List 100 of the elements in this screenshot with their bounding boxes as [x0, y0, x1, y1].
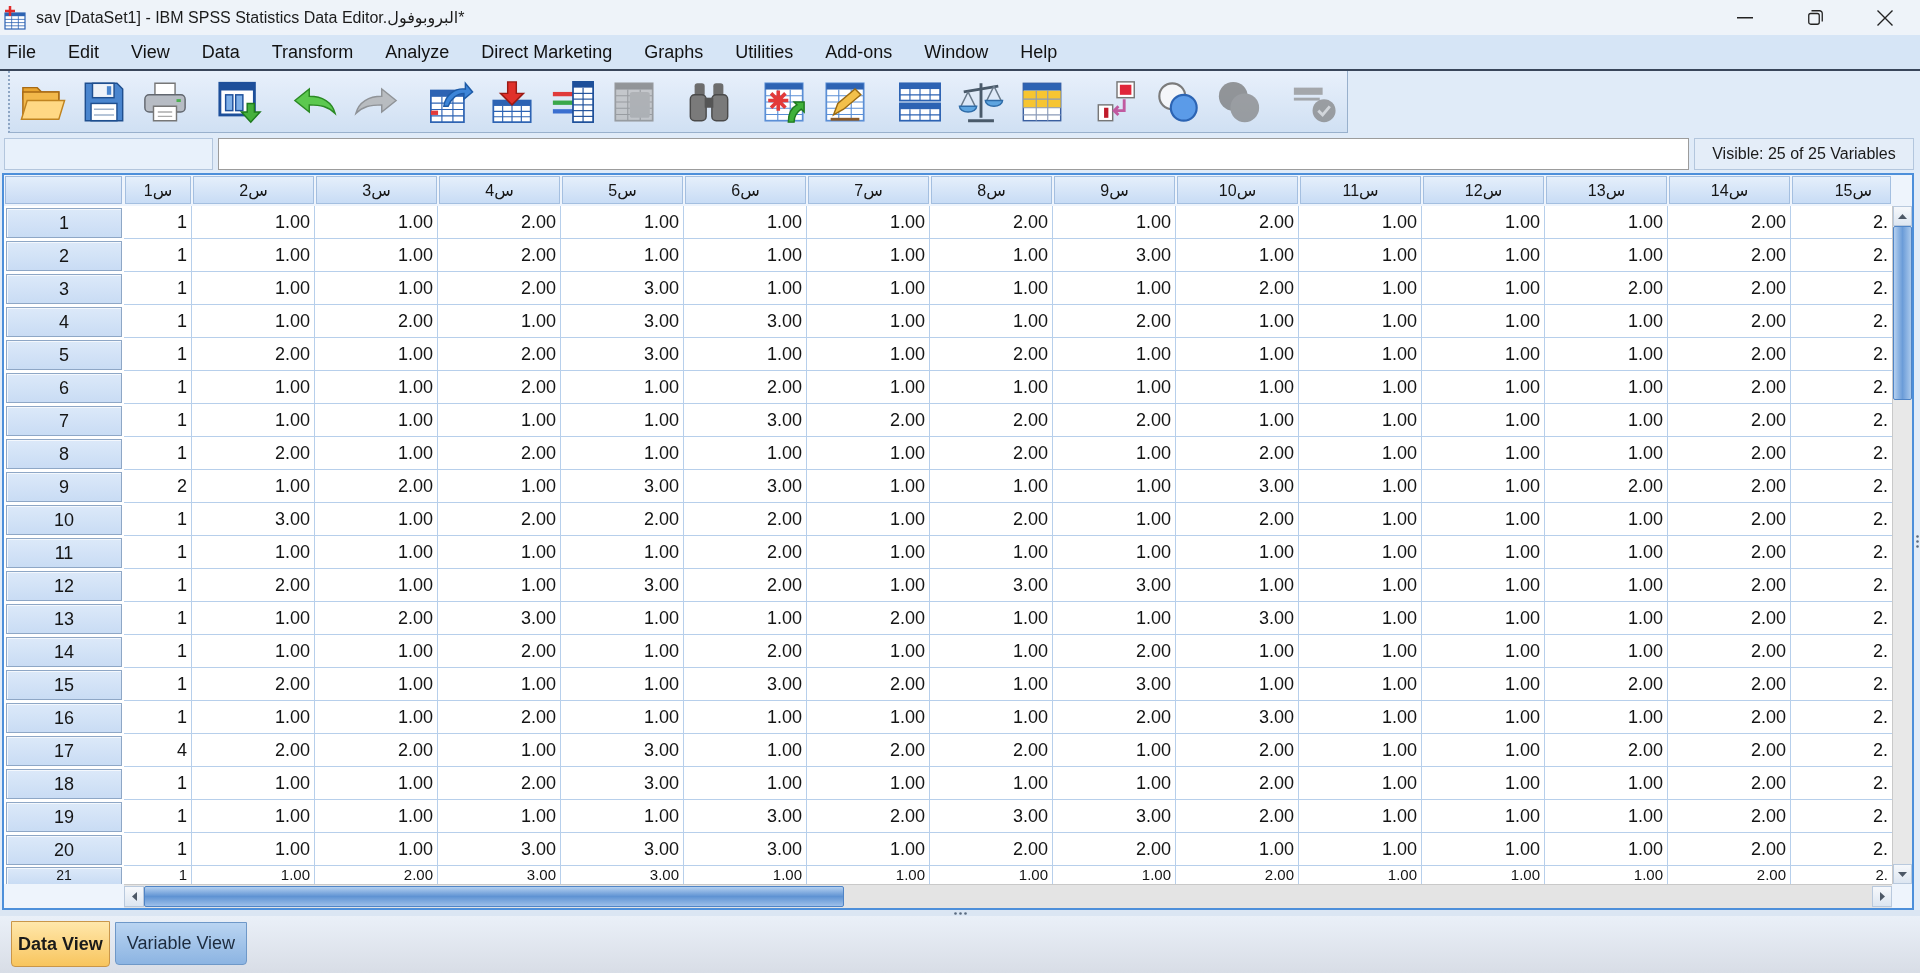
row-header[interactable]: 10: [6, 505, 122, 535]
row-header[interactable]: 16: [6, 703, 122, 733]
row-header[interactable]: 5: [6, 340, 122, 370]
table-cell: 1.00: [1299, 470, 1422, 503]
table-cell: 1.00: [315, 536, 438, 569]
table-down-arrow-icon[interactable]: [489, 78, 535, 125]
table-cell: 1.00: [192, 404, 315, 437]
menu-item[interactable]: Edit: [62, 37, 106, 67]
menu-item[interactable]: File: [1, 37, 42, 67]
column-header[interactable]: س5: [562, 176, 683, 204]
column-header[interactable]: س10: [1177, 176, 1298, 204]
row-header[interactable]: 1: [6, 208, 122, 238]
table-cell: 1: [124, 767, 192, 800]
column-header[interactable]: س12: [1423, 176, 1544, 204]
table-cell: 3.00: [192, 503, 315, 536]
table-cell: 1: [124, 569, 192, 602]
row-header[interactable]: 15: [6, 670, 122, 700]
column-header[interactable]: س2: [193, 176, 314, 204]
table-cell: 2.00: [438, 371, 561, 404]
menu-item[interactable]: Graphs: [638, 37, 710, 67]
row-header[interactable]: 4: [6, 307, 122, 337]
table-cell: 1.00: [1422, 404, 1545, 437]
table-cell: 1.00: [1176, 404, 1299, 437]
row-header[interactable]: 13: [6, 604, 122, 634]
table-cell: 1.00: [1422, 470, 1545, 503]
restore-icon[interactable]: [1807, 10, 1823, 25]
view-tab[interactable]: Data View: [11, 921, 110, 967]
cell-name-field[interactable]: [4, 138, 213, 170]
column-header[interactable]: س4: [439, 176, 560, 204]
row-header[interactable]: 2: [6, 241, 122, 271]
table-cell: 1.00: [1176, 536, 1299, 569]
table-cell: 1.00: [1422, 569, 1545, 602]
cell-value-field[interactable]: [218, 138, 1689, 170]
scrollbar-thumb[interactable]: [144, 886, 844, 907]
view-tab[interactable]: Variable View: [114, 922, 248, 965]
scrollbar-thumb[interactable]: [1893, 226, 1912, 400]
table-cell: 1.00: [1545, 800, 1668, 833]
row-header[interactable]: 19: [6, 802, 122, 832]
table-cell: 2.00: [1668, 305, 1791, 338]
vertical-scrollbar[interactable]: [1892, 206, 1912, 884]
table-cell: 2.00: [930, 404, 1053, 437]
table-cell: 1.00: [561, 635, 684, 668]
minimize-icon[interactable]: [1737, 16, 1753, 19]
close-icon[interactable]: [1877, 9, 1893, 26]
table-cell: 2.00: [1545, 734, 1668, 767]
table-cell: 1.00: [1545, 305, 1668, 338]
column-header[interactable]: س14: [1669, 176, 1790, 204]
column-header[interactable]: س3: [316, 176, 437, 204]
table-cell: 1.00: [438, 536, 561, 569]
grip-dots-icon[interactable]: [953, 911, 967, 915]
row-header[interactable]: 9: [6, 472, 122, 502]
column-header[interactable]: س15: [1792, 176, 1891, 204]
row-header[interactable]: 11: [6, 538, 122, 568]
row-header[interactable]: 12: [6, 571, 122, 601]
row-header[interactable]: 7: [6, 406, 122, 436]
menu-item[interactable]: Analyze: [379, 37, 456, 67]
row-header[interactable]: 18: [6, 769, 122, 799]
row-header[interactable]: 8: [6, 439, 122, 469]
menu-item[interactable]: Help: [1014, 37, 1064, 67]
table-cell: 1.00: [1299, 800, 1422, 833]
menu-item[interactable]: View: [125, 37, 176, 67]
row-header[interactable]: 21: [6, 867, 122, 884]
row-header[interactable]: 6: [6, 373, 122, 403]
table-cell: 1.00: [192, 371, 315, 404]
table-cell: 1.00: [315, 272, 438, 305]
table-cell: 1: [124, 701, 192, 734]
column-header[interactable]: س8: [931, 176, 1052, 204]
scroll-left-button[interactable]: [124, 886, 144, 907]
table-cell: 2.00: [1668, 437, 1791, 470]
row-header[interactable]: 17: [6, 736, 122, 766]
column-header[interactable]: س13: [1546, 176, 1667, 204]
menu-item[interactable]: Add-ons: [819, 37, 899, 67]
menu-item[interactable]: Window: [918, 37, 995, 67]
table-cell: 1.00: [1422, 833, 1545, 866]
column-header[interactable]: س6: [685, 176, 806, 204]
table-cell: 1.00: [1176, 635, 1299, 668]
horizontal-scrollbar[interactable]: [124, 884, 1892, 908]
scroll-up-button[interactable]: [1893, 206, 1912, 226]
column-header[interactable]: س9: [1054, 176, 1175, 204]
table-cell: 1.00: [930, 239, 1053, 272]
table-cell: 1.00: [1299, 569, 1422, 602]
table-cell: 2.00: [315, 305, 438, 338]
row-header[interactable]: 14: [6, 637, 122, 667]
grip-dots-icon[interactable]: [1915, 535, 1919, 548]
menu-item[interactable]: Utilities: [729, 37, 800, 67]
column-header[interactable]: س1: [125, 176, 191, 204]
menu-item[interactable]: Transform: [265, 37, 360, 67]
scroll-down-button[interactable]: [1893, 864, 1912, 884]
menu-item[interactable]: Direct Marketing: [475, 37, 619, 67]
table-cell: 1.00: [807, 767, 930, 800]
list-table-icon[interactable]: [550, 78, 596, 125]
scroll-right-button[interactable]: [1872, 886, 1892, 907]
row-header[interactable]: 3: [6, 274, 122, 304]
column-header[interactable]: س7: [808, 176, 929, 204]
table-cell: 2.00: [1176, 503, 1299, 536]
row-header[interactable]: 20: [6, 835, 122, 865]
table-cell: 2.00: [1668, 206, 1791, 239]
menu-item[interactable]: Data: [195, 37, 246, 67]
table-cell: 1.00: [315, 767, 438, 800]
column-header[interactable]: س11: [1300, 176, 1421, 204]
